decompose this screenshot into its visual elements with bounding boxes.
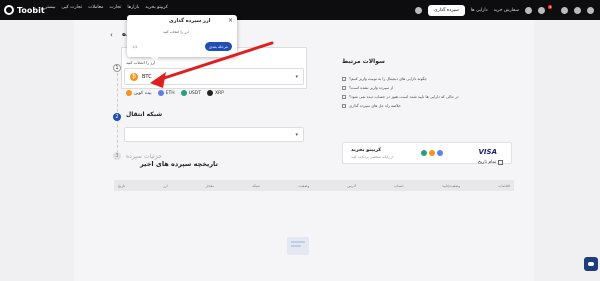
theme-icon[interactable] bbox=[587, 6, 594, 14]
faq-item-label: خلاصه راه حل های سپرده گذاری bbox=[349, 103, 401, 108]
quick-coin-eth[interactable]: ETH bbox=[157, 90, 175, 96]
faq-title: سوالات مرتبط bbox=[342, 58, 385, 65]
xrp-coin-icon bbox=[206, 90, 213, 96]
doc-icon bbox=[342, 85, 346, 90]
quick-coin-xrp[interactable]: XRP bbox=[206, 90, 224, 96]
tooltip-step-counter: 1/2 bbox=[132, 45, 138, 49]
details-section-title: جزئیات سپرده bbox=[126, 153, 162, 160]
faq-item-label: در حالی که دارایی ها تایید شده است، هنوز… bbox=[349, 94, 459, 99]
nav-right: سپرده گذاری دارایی ها سفارش خرید 4 bbox=[414, 3, 594, 17]
quick-coin-list: بیت کوین ETH USDT XRP bbox=[126, 90, 224, 96]
quick-coin-label: XRP bbox=[214, 90, 224, 96]
tour-tooltip: ارز سپرده گذاری × ارز را انتخاب کنید 1/2… bbox=[127, 15, 237, 61]
nav-item-more[interactable]: بیشتر bbox=[45, 5, 55, 10]
quick-coin-usdt[interactable]: USDT bbox=[180, 90, 201, 96]
column-header: آدرس bbox=[347, 183, 356, 188]
nav-item-copy-trading[interactable]: تجارت کپی bbox=[61, 5, 82, 10]
faq-item[interactable]: از سپرده واریز نشده است؟ bbox=[342, 85, 512, 90]
column-header: تاریخ bbox=[118, 183, 125, 188]
notification-badge: 4 bbox=[548, 5, 552, 9]
nav-item-trade[interactable]: تجارت bbox=[109, 5, 121, 10]
nav-item-markets[interactable]: بازارها bbox=[127, 5, 139, 10]
doc-icon bbox=[342, 76, 346, 81]
payment-icons bbox=[421, 150, 443, 156]
column-header: اقدامات bbox=[498, 183, 510, 188]
network-select[interactable]: ▾ bbox=[124, 127, 304, 142]
faq-list: چگونه دارایی های دیجیتال را به توبیت وار… bbox=[342, 76, 512, 112]
doc-icon bbox=[342, 103, 346, 108]
empty-state-icon bbox=[287, 237, 309, 255]
coin-select[interactable]: ₿ BTC ▾ bbox=[124, 68, 304, 85]
eth-coin-icon bbox=[157, 90, 164, 96]
btc-coin-icon bbox=[126, 90, 132, 96]
nav-item-buy-crypto[interactable]: کریپتو بخرید bbox=[145, 5, 168, 10]
btc-coin-icon: ₿ bbox=[130, 72, 138, 81]
usdt-coin-icon bbox=[180, 90, 187, 96]
back-arrow-icon[interactable]: ‹ bbox=[110, 31, 113, 39]
faq-item[interactable]: در حالی که دارایی ها تایید شده است، هنوز… bbox=[342, 94, 512, 99]
history-title: تاریخچه سپرده های اخیر bbox=[140, 160, 218, 168]
close-icon[interactable]: × bbox=[228, 17, 233, 24]
step-2-marker: 2 bbox=[113, 113, 121, 121]
chat-bot-icon[interactable] bbox=[584, 257, 598, 271]
nav-item-futures[interactable]: معاملات bbox=[88, 5, 103, 10]
brand-logo[interactable]: Toobit bbox=[4, 4, 45, 16]
buy-crypto-title: کریپتو بخرید bbox=[351, 147, 382, 153]
column-header: ارز bbox=[163, 183, 168, 188]
quick-coin-btc[interactable]: بیت کوین bbox=[126, 90, 152, 96]
btc-coin-icon bbox=[429, 150, 435, 156]
deposit-button[interactable]: سپرده گذاری bbox=[427, 4, 465, 16]
faq-item[interactable]: چگونه دارایی های دیجیتال را به توبیت وار… bbox=[342, 76, 512, 81]
faq-item-label: از سپرده واریز نشده است؟ bbox=[349, 85, 394, 90]
step-1-marker: 1 bbox=[113, 64, 121, 72]
logo-icon bbox=[4, 5, 14, 15]
download-icon[interactable] bbox=[561, 6, 568, 14]
brand-name: Toobit bbox=[17, 5, 45, 15]
column-header: حساب bbox=[394, 183, 404, 188]
bell-icon[interactable] bbox=[538, 6, 546, 14]
quick-coin-label: ETH bbox=[165, 90, 175, 96]
orders-menu[interactable]: سفارش خرید bbox=[494, 8, 519, 13]
step-3-marker: 3 bbox=[113, 152, 121, 160]
quick-coin-label: بیت کوین bbox=[134, 90, 152, 96]
chevron-down-icon: ▾ bbox=[295, 132, 298, 138]
usdt-coin-icon bbox=[421, 150, 427, 156]
all-dates-checkbox[interactable]: تمام تاریخ bbox=[478, 160, 504, 165]
eth-coin-icon bbox=[437, 150, 443, 156]
main-menu: کریپتو بخرید بازارها تجارت معاملات تجارت… bbox=[45, 5, 168, 10]
checkbox-label: تمام تاریخ bbox=[478, 160, 497, 165]
quick-coin-label: USDT bbox=[188, 90, 201, 96]
globe-icon[interactable] bbox=[574, 6, 581, 14]
next-step-button[interactable]: مرحله بعدی bbox=[205, 42, 232, 51]
checkbox-icon bbox=[498, 160, 504, 165]
buy-crypto-subtitle: از رایانه شخصی پرداخت کنید bbox=[351, 155, 394, 159]
tooltip-title: ارز سپرده گذاری bbox=[169, 18, 211, 24]
selected-coin: BTC bbox=[142, 73, 152, 80]
history-table-header: تاریخ ارز مقدار شبکه وضعیت آدرس حساب وضع… bbox=[114, 180, 514, 191]
doc-icon bbox=[342, 94, 346, 99]
faq-item-label: چگونه دارایی های دیجیتال را به توبیت وار… bbox=[349, 76, 427, 81]
network-section-title: شبکه انتقال bbox=[126, 111, 163, 118]
column-header: وضعیت/تایید bbox=[442, 183, 460, 188]
chevron-down-icon: ▾ bbox=[295, 74, 298, 80]
avatar-icon[interactable] bbox=[525, 6, 533, 14]
top-nav: Toobit کریپتو بخرید بازارها تجارت معاملا… bbox=[0, 0, 600, 20]
tooltip-body: ارز را انتخاب کنید bbox=[163, 30, 189, 34]
assets-menu[interactable]: دارایی ها bbox=[471, 8, 488, 13]
column-header: مقدار bbox=[205, 183, 214, 188]
visa-logo: VISA bbox=[478, 148, 497, 156]
column-header: وضعیت bbox=[298, 183, 310, 188]
faq-item[interactable]: خلاصه راه حل های سپرده گذاری bbox=[342, 103, 512, 108]
column-header: شبکه bbox=[252, 183, 261, 188]
search-icon[interactable] bbox=[414, 6, 422, 14]
